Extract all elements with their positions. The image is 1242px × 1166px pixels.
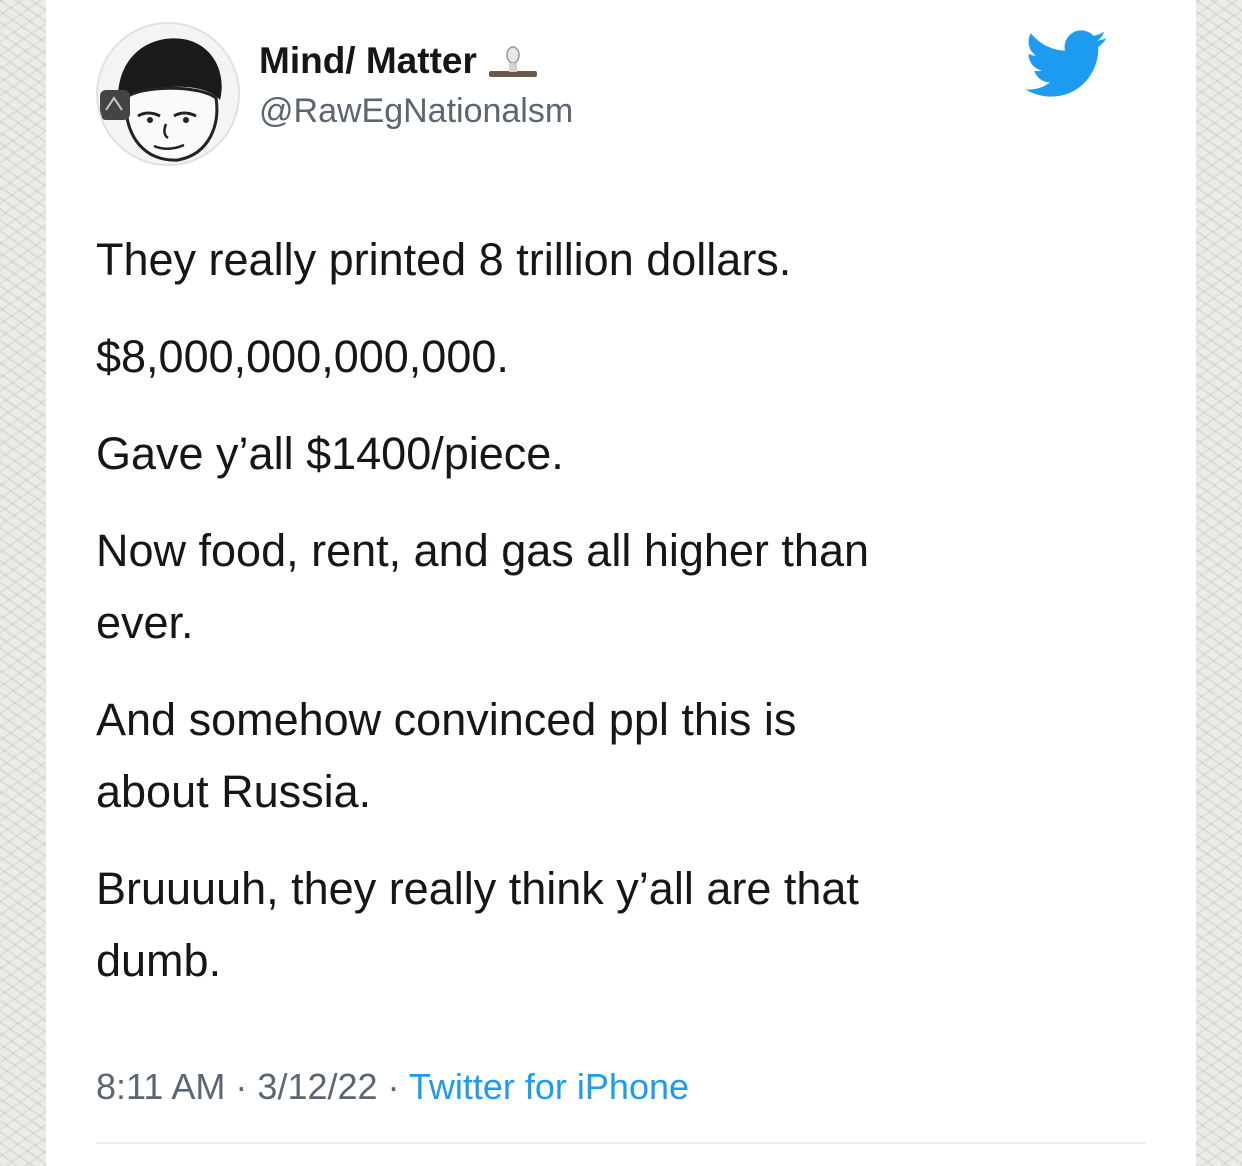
tweet-time[interactable]: 8:11 AM [96,1066,225,1107]
tweet-line-1: They really printed 8 trillion dollars. [96,234,792,285]
tweet-line-6b: dumb. [96,935,222,986]
tweet-text: They really printed 8 trillion dollars. … [96,224,1136,997]
tweet-date[interactable]: 3/12/22 [257,1066,377,1107]
tweet-line-3: Gave y’all $1400/piece. [96,428,564,479]
tweet-line-2: $8,000,000,000,000. [96,331,509,382]
meta-separator: · [377,1066,409,1107]
user-handle[interactable]: @RawEgNationalsm [259,92,573,131]
decorative-border-left [0,0,46,1166]
twitter-bird-icon[interactable] [1026,30,1108,98]
user-avatar[interactable] [96,22,240,166]
display-name-text: Mind/ Matter [259,40,477,81]
wojak-avatar-icon [98,24,238,164]
egg-emoji-icon [487,41,539,81]
decorative-border-right [1196,0,1242,1166]
tweet-card: Mind/ Matter @RawEgNationalsm They reall… [46,0,1196,1166]
tweet-line-4a: Now food, rent, and gas all higher than [96,525,869,576]
tweet-line-6a: Bruuuuh, they really think y’all are tha… [96,863,859,914]
meta-separator: · [225,1066,258,1107]
display-name[interactable]: Mind/ Matter [259,40,539,82]
tweet-line-5a: And somehow convinced ppl this is [96,694,797,745]
tweet-line-4b: ever. [96,597,194,648]
divider [96,1142,1146,1144]
tweet-source-link[interactable]: Twitter for iPhone [409,1066,689,1107]
tweet-meta: 8:11 AM · 3/12/22 · Twitter for iPhone [96,1066,689,1108]
tweet-line-5b: about Russia. [96,766,372,817]
